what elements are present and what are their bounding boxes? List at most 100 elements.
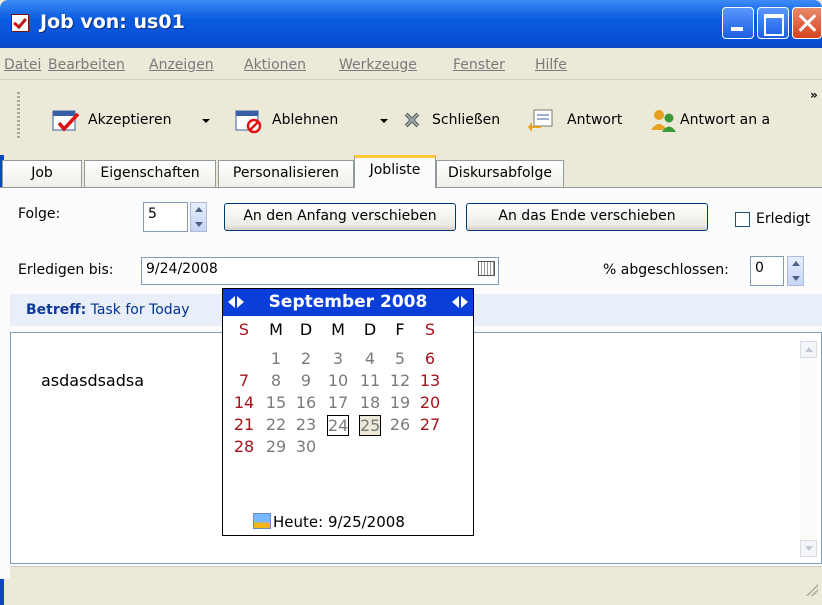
calendar-day[interactable]: 27 <box>419 415 441 436</box>
accept-button[interactable]: Akzeptieren <box>52 108 202 132</box>
next-month-icon[interactable] <box>451 292 469 312</box>
calendar-day[interactable]: 18 <box>359 393 381 414</box>
calendar-picker-icon[interactable] <box>475 258 497 278</box>
calendar-day[interactable]: 25 <box>359 415 381 436</box>
calendar-day[interactable]: 30 <box>295 437 317 458</box>
menu-datei[interactable]: Datei <box>4 57 41 73</box>
people-icon <box>650 108 678 134</box>
calendar-check-icon <box>52 108 80 134</box>
resize-grip[interactable] <box>806 584 818 596</box>
calendar-day[interactable]: 17 <box>327 393 349 414</box>
calendar-day[interactable]: 23 <box>295 415 317 436</box>
calendar-day[interactable]: 16 <box>295 393 317 414</box>
status-bar <box>10 566 822 600</box>
toolbar-overflow-chevron[interactable]: » <box>810 88 818 102</box>
vertical-scrollbar[interactable] <box>800 341 817 557</box>
reply-button[interactable]: Antwort <box>527 108 637 132</box>
calendar-day[interactable]: 8 <box>265 371 287 392</box>
menu-anzeigen[interactable]: Anzeigen <box>149 57 214 73</box>
today-icon <box>253 513 271 529</box>
folge-input[interactable]: 5 <box>143 202 188 232</box>
calendar-day[interactable]: 12 <box>389 371 411 392</box>
weekday-header: F <box>395 320 405 339</box>
tab-jobliste[interactable]: Jobliste <box>354 155 436 188</box>
decline-dropdown-icon[interactable] <box>380 119 388 123</box>
move-to-end-button[interactable]: An das Ende verschieben <box>466 203 708 231</box>
accept-label: Akzeptieren <box>88 112 172 128</box>
percent-spinner[interactable] <box>787 256 804 286</box>
toolbar-grip[interactable] <box>17 92 20 140</box>
calendar-day[interactable]: 13 <box>419 371 441 392</box>
calendar-day[interactable]: 19 <box>389 393 411 414</box>
weekday-header: D <box>363 320 377 339</box>
minimize-button[interactable] <box>722 7 754 39</box>
calendar-day[interactable]: 11 <box>359 371 381 392</box>
tab-job[interactable]: Job <box>2 160 82 187</box>
body-text: asdasdsadsa <box>41 371 145 390</box>
close-button[interactable]: Schließen <box>400 108 515 132</box>
calendar-header: September 2008 <box>223 289 473 316</box>
calendar-day[interactable]: 26 <box>389 415 411 436</box>
due-date-label: Erledigen bis: <box>18 262 114 278</box>
menu-bar: Datei Bearbeiten Anzeigen Aktionen Werkz… <box>0 48 822 80</box>
move-to-start-button[interactable]: An den Anfang verschieben <box>224 203 456 231</box>
calendar-day[interactable]: 28 <box>233 437 255 458</box>
calendar-day[interactable]: 24 <box>327 415 349 436</box>
calendar-day[interactable]: 15 <box>265 393 287 414</box>
calendar-day[interactable]: 14 <box>233 393 255 414</box>
reply-to-label: Antwort an a <box>680 112 771 128</box>
calendar-month-title[interactable]: September 2008 <box>269 292 428 312</box>
accept-dropdown-icon[interactable] <box>202 119 210 123</box>
calendar-day[interactable]: 9 <box>295 371 317 392</box>
close-window-button[interactable] <box>792 7 822 39</box>
maximize-button[interactable] <box>757 7 789 39</box>
calendar-day[interactable]: 20 <box>419 393 441 414</box>
decline-button[interactable]: Ablehnen <box>235 108 377 134</box>
done-checkbox[interactable] <box>735 212 750 227</box>
weekday-header: D <box>299 320 313 339</box>
reply-icon <box>527 108 555 134</box>
menu-bearbeiten[interactable]: Bearbeiten <box>48 57 125 73</box>
calendar-day[interactable]: 10 <box>327 371 349 392</box>
title-bar[interactable]: Job von: us01 <box>0 0 822 48</box>
menu-werkzeuge[interactable]: Werkzeuge <box>339 57 417 73</box>
reply-label: Antwort <box>567 112 623 128</box>
tab-diskursabfolge[interactable]: Diskursabfolge <box>436 160 564 187</box>
weekday-header: M <box>331 320 345 339</box>
today-label: Heute: 9/25/2008 <box>273 513 405 531</box>
folge-spinner[interactable] <box>190 202 207 232</box>
scroll-down-icon[interactable] <box>800 540 817 557</box>
calendar-day[interactable]: 1 <box>265 349 287 370</box>
subject-label: Betreff: <box>26 302 87 318</box>
calendar-day[interactable]: 4 <box>359 349 381 370</box>
tab-eigenschaften[interactable]: Eigenschaften <box>84 160 216 187</box>
calendar-decline-icon <box>235 108 263 134</box>
folge-label: Folge: <box>18 206 61 222</box>
prev-month-icon[interactable] <box>227 292 245 312</box>
calendar-day[interactable]: 29 <box>265 437 287 458</box>
percent-complete-input[interactable]: 0 <box>750 256 784 286</box>
close-label: Schließen <box>432 112 501 128</box>
calendar-day[interactable]: 3 <box>327 349 349 370</box>
menu-aktionen[interactable]: Aktionen <box>244 57 306 73</box>
calendar-day[interactable]: 2 <box>295 349 317 370</box>
task-app-icon[interactable] <box>11 14 29 32</box>
date-picker-popup: September 2008 S M D M D F S 1 2 3 4 5 6 7 8 9 10 11 12 13 1… <box>222 288 474 536</box>
weekday-header: S <box>238 320 250 339</box>
tab-personalisieren[interactable]: Personalisieren <box>218 160 354 187</box>
calendar-day[interactable]: 6 <box>419 349 441 370</box>
calendar-day[interactable]: 7 <box>233 371 255 392</box>
scroll-up-icon[interactable] <box>800 341 817 358</box>
due-date-input[interactable]: 9/24/2008 <box>141 257 499 285</box>
menu-fenster[interactable]: Fenster <box>453 57 505 73</box>
done-label: Erledigt <box>756 211 811 227</box>
window-title: Job von: us01 <box>40 11 185 33</box>
calendar-day[interactable]: 22 <box>265 415 287 436</box>
calendar-day[interactable]: 21 <box>233 415 255 436</box>
menu-hilfe[interactable]: Hilfe <box>535 57 567 73</box>
today-button[interactable]: Heute: 9/25/2008 <box>253 513 405 531</box>
close-x-icon <box>400 108 428 134</box>
calendar-day[interactable]: 5 <box>389 349 411 370</box>
reply-to-button[interactable]: Antwort an a <box>650 108 810 132</box>
weekday-header: S <box>424 320 436 339</box>
